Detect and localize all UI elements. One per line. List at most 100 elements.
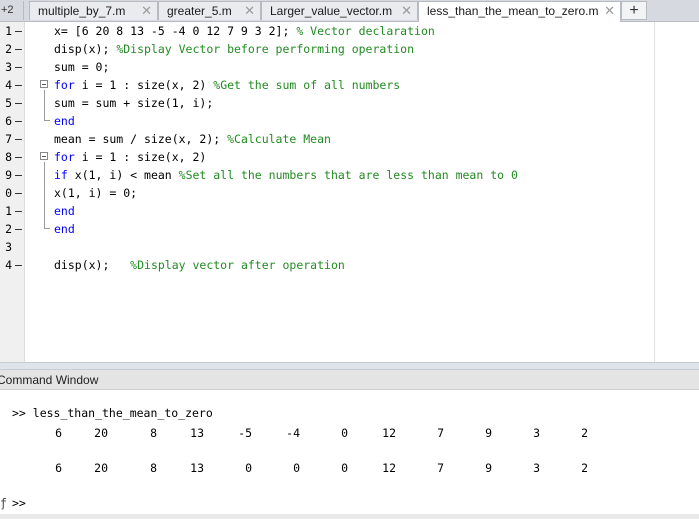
code-text: disp(x); [54, 258, 131, 272]
code-text: sum = 0; [54, 60, 110, 74]
tab-label: greater_5.m [167, 4, 232, 18]
code-line: 7 – mean = sum / size(x, 2); %Calculate … [0, 130, 660, 148]
code-text: sum = sum + size(1, i); [54, 96, 214, 110]
line-number: 2 [5, 222, 12, 236]
breakpoint-marker[interactable]: – [15, 148, 22, 166]
breakpoint-marker[interactable]: – [15, 22, 22, 40]
code-text: i = 1 : size(x, 2) [74, 150, 207, 164]
tab-larger-value-vector[interactable]: Larger_value_vector.m ✕ [261, 1, 418, 20]
code-line: 2 – end [0, 220, 660, 238]
line-number: 5 [5, 96, 12, 110]
breakpoint-marker[interactable]: – [15, 130, 22, 148]
code-comment: %Display Vector before performing operat… [116, 42, 415, 56]
code-line: 0 – x(1, i) = 0; [0, 184, 660, 202]
line-number: 4 [5, 78, 12, 92]
line-number: 3 [5, 240, 12, 254]
panel-splitter[interactable] [0, 362, 699, 370]
close-icon[interactable]: ✕ [604, 2, 615, 20]
output-value: 8 [150, 461, 157, 475]
tab-overflow-button[interactable]: +2 [0, 1, 24, 20]
horizontal-scrollbar[interactable] [0, 514, 699, 519]
code-line: 8 – for i = 1 : size(x, 2) [0, 148, 660, 166]
output-value: 0 [245, 461, 252, 475]
breakpoint-marker[interactable]: – [15, 202, 22, 220]
output-value: 0 [341, 426, 348, 440]
code-line: 5 – sum = sum + size(1, i); [0, 94, 660, 112]
output-value: 0 [293, 461, 300, 475]
code-text: mean = sum / size(x, 2); [54, 132, 228, 146]
output-value: 7 [437, 426, 444, 440]
line-number: 6 [5, 114, 12, 128]
code-text: x(1, i) = 0; [54, 186, 138, 200]
output-row-1: 6 20 8 13 -5 -4 0 12 7 9 3 2 [0, 426, 699, 442]
output-value: 8 [150, 426, 157, 440]
line-number: 2 [5, 42, 12, 56]
breakpoint-marker[interactable]: – [15, 40, 22, 58]
code-line: 2 – disp(x); %Display Vector before perf… [0, 40, 660, 58]
output-value: 13 [190, 426, 204, 440]
code-keyword: for [54, 78, 75, 92]
breakpoint-marker[interactable]: – [15, 76, 22, 94]
output-value: 20 [94, 461, 108, 475]
output-value: 12 [382, 461, 396, 475]
function-browser-icon[interactable]: ƒ [0, 496, 7, 510]
code-editor[interactable]: 1 – x= [6 20 8 13 -5 -4 0 12 7 9 3 2]; %… [0, 22, 699, 362]
command-window-title: Command Window [0, 373, 99, 387]
command-window[interactable]: >> less_than_the_mean_to_zero 6 20 8 13 … [0, 390, 699, 519]
code-line: 1 – x= [6 20 8 13 -5 -4 0 12 7 9 3 2]; %… [0, 22, 660, 40]
code-keyword: if [54, 168, 68, 182]
code-text: disp(x); [54, 42, 117, 56]
line-number: 0 [5, 186, 12, 200]
code-comment: %Calculate Mean [227, 132, 331, 146]
tab-label: Larger_value_vector.m [270, 4, 393, 18]
line-number: 1 [5, 204, 12, 218]
command-prompt[interactable]: >> [12, 496, 26, 510]
new-tab-button[interactable]: + [621, 1, 647, 20]
breakpoint-marker[interactable]: – [15, 112, 22, 130]
output-value: 0 [341, 461, 348, 475]
code-keyword: end [54, 204, 75, 218]
command-history-line: >> less_than_the_mean_to_zero [12, 406, 213, 420]
tab-less-than-the-mean-to-zero[interactable]: less_than_the_mean_to_zero.m ✕ [418, 1, 621, 22]
code-keyword: end [54, 114, 75, 128]
output-value: -5 [238, 426, 252, 440]
output-value: 2 [581, 426, 588, 440]
code-comment: %Display vector after operation [130, 258, 345, 272]
line-number: 3 [5, 60, 12, 74]
line-number: 1 [5, 24, 12, 38]
code-line: 9 – if x(1, i) < mean %Set all the numbe… [0, 166, 660, 184]
code-comment: %Set all the numbers that are less than … [178, 168, 518, 182]
line-number: 4 [5, 258, 12, 272]
breakpoint-marker[interactable]: – [15, 220, 22, 238]
line-number: 7 [5, 132, 12, 146]
editor-tab-bar: +2 multiple_by_7.m ✕ greater_5.m ✕ Large… [0, 0, 699, 22]
breakpoint-marker[interactable]: – [15, 94, 22, 112]
code-text: i = 1 : size(x, 2) [74, 78, 214, 92]
code-keyword: for [54, 150, 75, 164]
output-value: 12 [382, 426, 396, 440]
output-value: 9 [485, 461, 492, 475]
tab-multiple-by-7[interactable]: multiple_by_7.m ✕ [29, 1, 158, 20]
breakpoint-marker[interactable]: – [15, 184, 22, 202]
code-keyword: end [54, 222, 75, 236]
tab-label: multiple_by_7.m [38, 4, 126, 18]
breakpoint-marker[interactable]: – [15, 256, 22, 274]
code-line: 1 – end [0, 202, 660, 220]
tab-greater-5[interactable]: greater_5.m ✕ [158, 1, 261, 20]
output-value: 3 [533, 461, 540, 475]
output-value: -4 [286, 426, 300, 440]
output-value: 6 [55, 461, 62, 475]
breakpoint-marker[interactable]: – [15, 58, 22, 76]
close-icon[interactable]: ✕ [141, 2, 152, 20]
close-icon[interactable]: ✕ [244, 2, 255, 20]
output-value: 13 [190, 461, 204, 475]
code-line: 3 [0, 238, 660, 256]
code-text: x= [6 20 8 13 -5 -4 0 12 7 9 3 2]; [54, 24, 297, 38]
output-value: 2 [581, 461, 588, 475]
code-text: x(1, i) < mean [67, 168, 179, 182]
command-window-header: Command Window [0, 370, 699, 390]
close-icon[interactable]: ✕ [401, 2, 412, 20]
breakpoint-marker[interactable]: – [15, 166, 22, 184]
line-number: 9 [5, 168, 12, 182]
code-line: 6 – end [0, 112, 660, 130]
